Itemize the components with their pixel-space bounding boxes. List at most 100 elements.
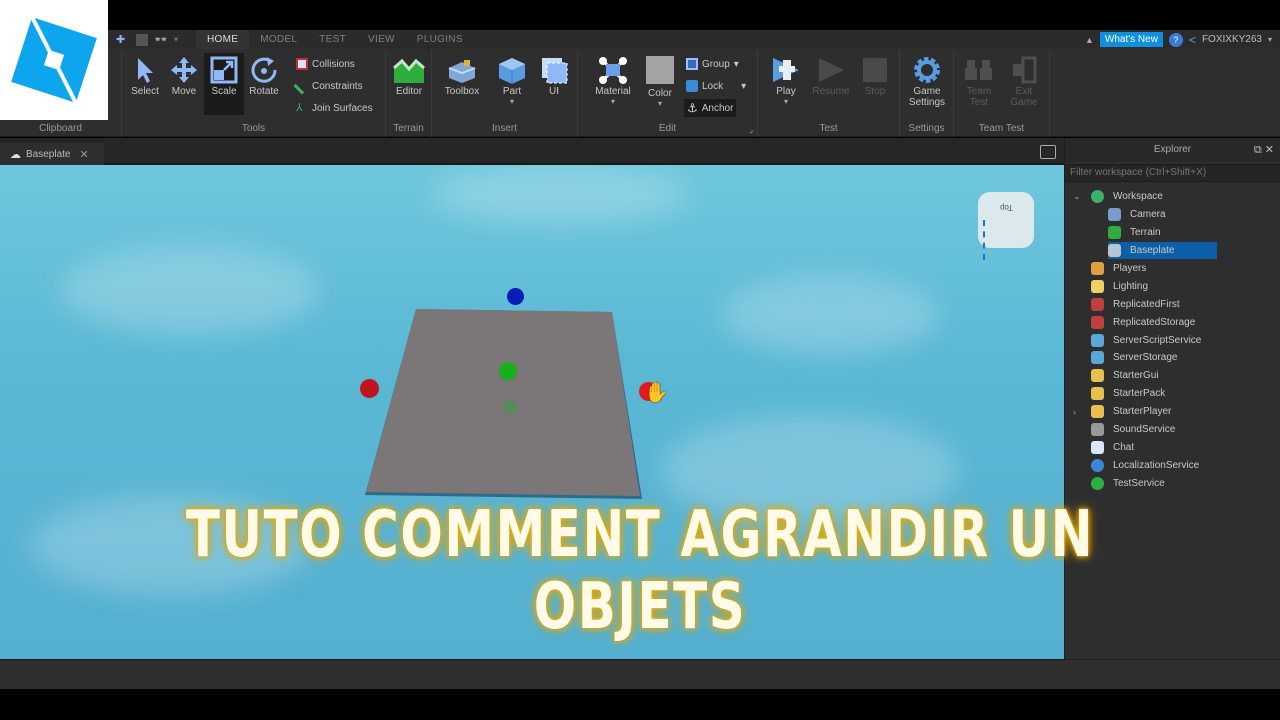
close-panel-icon[interactable]: ✕ <box>1265 144 1274 156</box>
expand-chevron-down-icon[interactable]: ⌄ <box>1073 191 1083 202</box>
tab-baseplate[interactable]: ☁ Baseplate ✕ <box>0 143 104 165</box>
chevron-down-icon[interactable]: ▾ <box>1268 35 1272 44</box>
toolbox-button[interactable]: Toolbox <box>438 53 486 115</box>
studio-quick-icon[interactable]: ✚ <box>116 34 130 46</box>
tab-model[interactable]: MODEL <box>249 30 308 49</box>
explorer-item-soundservice[interactable]: SoundService <box>1065 421 1280 439</box>
explorer-item-serverscriptservice[interactable]: ServerScriptService <box>1065 331 1280 349</box>
group-button[interactable]: Group ▾ <box>686 55 739 73</box>
toolbox-icon <box>448 60 476 83</box>
explorer-item-content: Lighting <box>1091 279 1151 293</box>
tab-home[interactable]: HOME <box>196 30 250 49</box>
part-button[interactable]: Part ▾ <box>492 53 532 115</box>
explorer-item-workspace[interactable]: ⌄ Workspace <box>1065 188 1280 206</box>
explorer-item-terrain[interactable]: Terrain <box>1065 224 1280 242</box>
question-circle-icon[interactable]: ? <box>1168 32 1183 47</box>
explorer-item-content: Chat <box>1091 440 1137 454</box>
play-dropdown-icon[interactable]: ▾ <box>766 97 806 106</box>
checkmark-icon <box>1091 476 1104 490</box>
move-tool-button[interactable]: Move <box>164 53 204 115</box>
restore-window-icon[interactable] <box>1040 145 1056 159</box>
scale-handle-y-bottom[interactable] <box>503 400 517 414</box>
scale-tool-button[interactable]: Scale <box>204 53 244 115</box>
stop-button[interactable]: Stop <box>855 53 895 115</box>
scale-handle-x-left[interactable] <box>360 379 379 398</box>
username-dropdown[interactable]: FOXIXKY263 <box>1202 34 1262 45</box>
explorer-item-replicatedstorage[interactable]: ReplicatedStorage <box>1065 313 1280 331</box>
constraints-toggle[interactable]: Constraints <box>293 77 363 95</box>
explorer-item-testservice[interactable]: TestService <box>1065 474 1280 492</box>
game-settings-button[interactable]: Game Settings <box>905 53 949 115</box>
scale-handle-z[interactable] <box>507 288 524 305</box>
lock-button[interactable]: Lock ▾ <box>686 77 746 95</box>
rotate-tool-button[interactable]: Rotate <box>244 53 284 115</box>
lock-dropdown-icon[interactable]: ▾ <box>741 81 746 92</box>
binoculars-icon[interactable]: 👓 <box>154 34 168 46</box>
filter-workspace-input[interactable] <box>1065 164 1280 182</box>
color-dropdown-icon[interactable]: ▾ <box>640 99 680 108</box>
part-cube-icon <box>499 58 525 84</box>
explorer-item-label: Players <box>1113 263 1147 274</box>
localization-icon <box>1091 458 1104 472</box>
explorer-item-lighting[interactable]: Lighting <box>1065 277 1280 295</box>
material-button[interactable]: Material ▾ <box>590 53 636 115</box>
scale-icon <box>210 56 238 84</box>
collisions-toggle[interactable]: Collisions <box>296 55 355 73</box>
join-surfaces-toggle[interactable]: ⅄ Join Surfaces <box>296 99 373 117</box>
exit-game-label-2: Game <box>1010 97 1038 108</box>
expand-chevron-right-icon[interactable]: › <box>1073 407 1083 417</box>
roblox-logo-icon <box>11 16 97 104</box>
explorer-item-startergui[interactable]: StarterGui <box>1065 367 1280 385</box>
team-test-button[interactable]: Team Test <box>959 53 999 115</box>
group-label-insert: Insert <box>491 123 517 134</box>
whats-new-button[interactable]: What's New <box>1099 32 1163 47</box>
team-test-label-2: Test <box>969 97 989 108</box>
material-dropdown-icon[interactable]: ▾ <box>590 97 636 106</box>
explorer-item-label: SoundService <box>1113 424 1176 436</box>
group-edit: Material ▾ Color ▾ Group ▾ Lock ▾ ⚓ Anch… <box>578 49 758 137</box>
chat-bubble-icon <box>1091 440 1104 454</box>
move-label: Move <box>171 86 197 97</box>
toolbox-label: Toolbox <box>444 86 480 97</box>
save-quick-icon[interactable] <box>136 33 148 46</box>
group-insert: Toolbox Part ▾ UI Insert <box>432 49 578 137</box>
explorer-item-replicatedfirst[interactable]: ReplicatedFirst <box>1065 295 1280 313</box>
exit-game-button[interactable]: Exit Game <box>1004 53 1044 115</box>
explorer-item-starterplayer[interactable]: › StarterPlayer <box>1065 403 1280 421</box>
starter-player-folder-icon <box>1091 405 1104 419</box>
tab-test[interactable]: TEST <box>308 30 357 49</box>
resume-button[interactable]: Resume <box>808 53 854 115</box>
group-dropdown-icon[interactable]: ▾ <box>734 59 739 70</box>
dock-panel-icon[interactable]: ⧉ <box>1254 144 1262 156</box>
explorer-tree: ⌄ Workspace Camera Terrain Baseplate Players L… <box>1065 188 1280 492</box>
share-icon[interactable]: < <box>1189 33 1196 47</box>
explorer-item-content: TestService <box>1091 476 1168 490</box>
explorer-item-serverstorage[interactable]: ServerStorage <box>1065 349 1280 367</box>
explorer-item-localizationservice[interactable]: LocalizationService <box>1065 456 1280 474</box>
play-button[interactable]: Play ▾ <box>766 53 806 115</box>
ui-button[interactable]: UI <box>534 53 574 115</box>
tab-plugins[interactable]: PLUGINS <box>406 30 474 49</box>
explorer-item-players[interactable]: Players <box>1065 260 1280 278</box>
quick-access-dropdown-icon[interactable]: ▾ <box>174 35 178 44</box>
server-storage-icon <box>1091 351 1104 365</box>
explorer-item-baseplate[interactable]: Baseplate <box>1065 242 1280 260</box>
explorer-item-starterpack[interactable]: StarterPack <box>1065 385 1280 403</box>
explorer-item-content: StarterGui <box>1091 369 1162 383</box>
color-button[interactable]: Color ▾ <box>640 53 680 115</box>
select-tool-button[interactable]: Select <box>125 53 165 115</box>
group-team-test: Team Test Exit Game Team Test <box>954 49 1050 137</box>
replicated-storage-icon <box>1091 315 1104 329</box>
terrain-editor-button[interactable]: Editor <box>389 53 429 115</box>
view-cube[interactable]: Top <box>978 192 1034 248</box>
explorer-item-chat[interactable]: Chat <box>1065 438 1280 456</box>
workspace-globe-icon <box>1091 190 1104 204</box>
part-dropdown-icon[interactable]: ▾ <box>492 97 532 106</box>
chevron-up-icon[interactable]: ▲ <box>1085 35 1094 45</box>
anchor-toggle[interactable]: ⚓ Anchor <box>684 99 737 117</box>
close-tab-icon[interactable]: ✕ <box>79 148 88 161</box>
tab-view[interactable]: VIEW <box>357 30 406 49</box>
explorer-item-camera[interactable]: Camera <box>1065 206 1280 224</box>
explorer-item-content: ReplicatedFirst <box>1091 297 1183 311</box>
scale-handle-y-top[interactable] <box>499 362 517 380</box>
